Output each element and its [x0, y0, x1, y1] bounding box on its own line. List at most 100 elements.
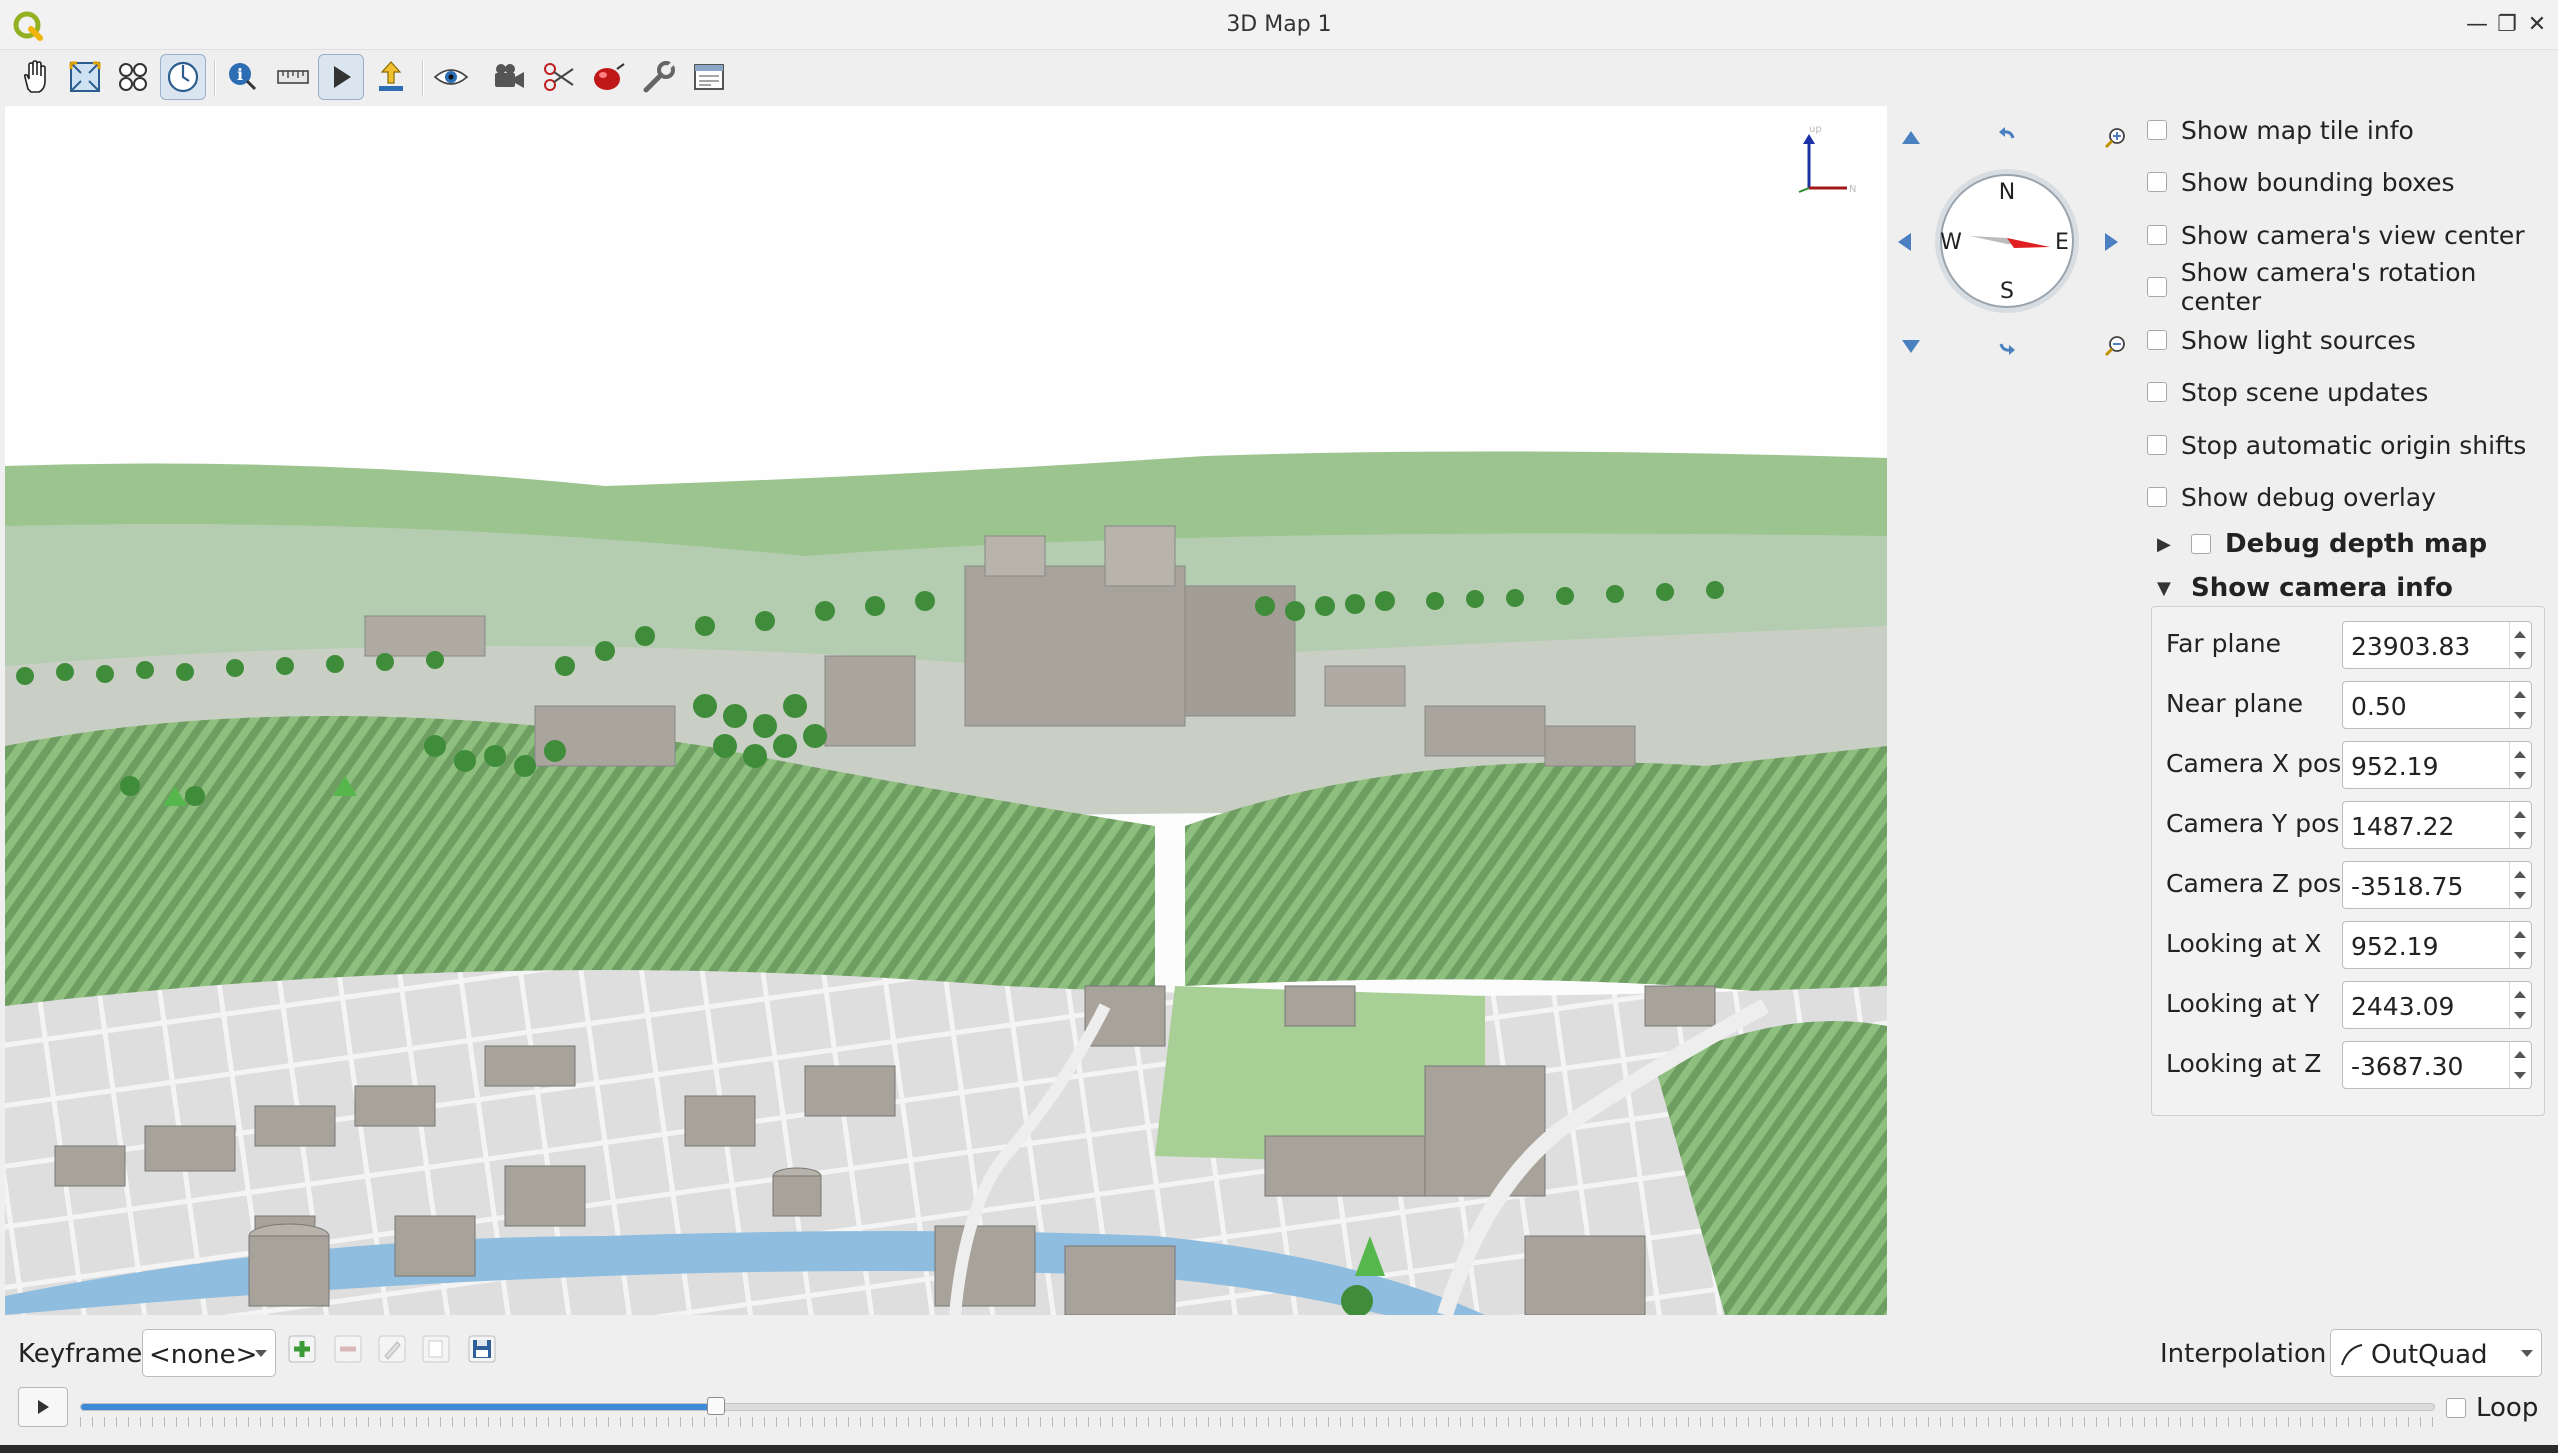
far-plane-row: Far plane 23903.83: [2152, 617, 2546, 673]
camera-x-spinbox[interactable]: 952.19: [2342, 741, 2532, 789]
duplicate-icon: [422, 1335, 450, 1363]
cross-section-button[interactable]: [536, 54, 582, 100]
zoom-out-button[interactable]: [2101, 332, 2129, 360]
near-plane-spinbox[interactable]: 0.50: [2342, 681, 2532, 729]
easing-curve-icon: [2341, 1344, 2363, 1366]
checkbox[interactable]: [2147, 277, 2167, 297]
visibility-button[interactable]: [428, 54, 474, 100]
option-stop-automatic-origin-shifts[interactable]: Stop automatic origin shifts: [2147, 426, 2526, 464]
spin-value[interactable]: 952.19: [2351, 932, 2438, 961]
look-y-spinbox[interactable]: 2443.09: [2342, 981, 2532, 1029]
spin-buttons[interactable]: [2509, 622, 2531, 668]
identify-button[interactable]: i: [220, 54, 266, 100]
save-animation-button[interactable]: [464, 1331, 500, 1367]
pan-button[interactable]: [12, 54, 58, 100]
camera-control-icon: [167, 61, 199, 93]
effects-button[interactable]: [586, 54, 632, 100]
option-show-camera-rotation-center[interactable]: Show camera's rotation center: [2147, 258, 2558, 316]
option-show-map-tile-info[interactable]: Show map tile info: [2147, 111, 2414, 149]
spin-buttons[interactable]: [2509, 982, 2531, 1028]
zoom-full-button[interactable]: [62, 54, 108, 100]
spin-value[interactable]: 1487.22: [2351, 812, 2454, 841]
spin-value[interactable]: 23903.83: [2351, 632, 2470, 661]
interpolation-select[interactable]: OutQuad: [2330, 1329, 2542, 1377]
play-animation-button[interactable]: [18, 1387, 68, 1427]
rotate-right-button[interactable]: [1993, 332, 2021, 360]
chevron-down-icon: [255, 1350, 267, 1357]
look-z-spinbox[interactable]: -3687.30: [2342, 1041, 2532, 1089]
spin-buttons[interactable]: [2509, 862, 2531, 908]
far-plane-spinbox[interactable]: 23903.83: [2342, 621, 2532, 669]
3d-map-canvas[interactable]: up N: [5, 106, 1887, 1315]
pan-left-button[interactable]: [1891, 228, 1919, 256]
option-show-debug-overlay[interactable]: Show debug overlay: [2147, 478, 2436, 516]
compass-icon[interactable]: N S E W: [1932, 166, 2082, 316]
timeline-slider[interactable]: [80, 1397, 2435, 1415]
identify-features-button[interactable]: [110, 54, 156, 100]
spin-buttons[interactable]: [2509, 802, 2531, 848]
camera-z-row: Camera Z pos -3518.75: [2152, 857, 2546, 913]
spin-value[interactable]: 2443.09: [2351, 992, 2454, 1021]
toolbar-separator: [214, 60, 216, 96]
remove-keyframe-button[interactable]: [330, 1331, 366, 1367]
keyframe-value: <none>: [149, 1340, 258, 1370]
checkbox[interactable]: [2147, 172, 2167, 192]
spin-buttons[interactable]: [2509, 922, 2531, 968]
edit-keyframe-button[interactable]: [374, 1331, 410, 1367]
checkbox[interactable]: [2147, 487, 2167, 507]
spin-value[interactable]: 952.19: [2351, 752, 2438, 781]
zoom-in-button[interactable]: [2101, 124, 2129, 152]
camera-z-spinbox[interactable]: -3518.75: [2342, 861, 2532, 909]
option-show-light-sources[interactable]: Show light sources: [2147, 321, 2416, 359]
field-label: Camera Y pos: [2166, 809, 2340, 838]
pan-right-button[interactable]: [2097, 228, 2125, 256]
spin-value[interactable]: -3518.75: [2351, 872, 2463, 901]
option-stop-scene-updates[interactable]: Stop scene updates: [2147, 373, 2428, 411]
group-debug-depth-map[interactable]: ▶ Debug depth map: [2157, 524, 2487, 564]
option-show-camera-view-center[interactable]: Show camera's view center: [2147, 216, 2525, 254]
loop-toggle[interactable]: Loop: [2446, 1393, 2538, 1423]
restore-button[interactable]: ❐: [2492, 10, 2522, 40]
option-show-bounding-boxes[interactable]: Show bounding boxes: [2147, 163, 2455, 201]
group-show-camera-info[interactable]: ▼ Show camera info: [2157, 568, 2453, 608]
timeline-handle[interactable]: [707, 1397, 726, 1415]
rotate-left-button[interactable]: [1993, 122, 2021, 150]
checkbox[interactable]: [2191, 534, 2211, 554]
3d-scene: [5, 106, 1887, 1315]
checkbox[interactable]: [2147, 225, 2167, 245]
minimize-button[interactable]: —: [2462, 10, 2492, 40]
configure-button[interactable]: [636, 54, 682, 100]
spin-value[interactable]: -3687.30: [2351, 1052, 2463, 1081]
collapse-arrow-icon[interactable]: ▼: [2157, 578, 2179, 599]
field-label: Looking at Z: [2166, 1049, 2322, 1078]
spin-value[interactable]: 0.50: [2351, 692, 2407, 721]
keyframe-select[interactable]: <none>: [142, 1329, 276, 1377]
checkbox[interactable]: [2147, 435, 2167, 455]
compass-east: E: [2055, 230, 2069, 255]
export-button[interactable]: [368, 54, 414, 100]
camera-button[interactable]: [486, 54, 532, 100]
checkbox[interactable]: [2147, 330, 2167, 350]
look-x-spinbox[interactable]: 952.19: [2342, 921, 2532, 969]
zoom-out-icon: [2104, 336, 2125, 357]
add-keyframe-button[interactable]: [284, 1331, 320, 1367]
checkbox[interactable]: [2446, 1398, 2466, 1418]
duplicate-keyframe-button[interactable]: [418, 1331, 454, 1367]
camera-y-spinbox[interactable]: 1487.22: [2342, 801, 2532, 849]
axis-up-label: up: [1809, 126, 1822, 135]
spin-buttons[interactable]: [2509, 742, 2531, 788]
near-plane-row: Near plane 0.50: [2152, 677, 2546, 733]
checkbox[interactable]: [2147, 382, 2167, 402]
measure-button[interactable]: [270, 54, 316, 100]
spin-buttons[interactable]: [2509, 682, 2531, 728]
camera-control-button[interactable]: [160, 54, 206, 100]
expand-arrow-icon[interactable]: ▶: [2157, 534, 2179, 555]
navigation-widget: N S E W: [1887, 106, 2127, 376]
spin-buttons[interactable]: [2509, 1042, 2531, 1088]
tilt-up-button[interactable]: [1897, 124, 1925, 152]
dock-button[interactable]: [686, 54, 732, 100]
close-button[interactable]: ✕: [2522, 10, 2552, 40]
animation-play-button[interactable]: [318, 54, 364, 100]
checkbox[interactable]: [2147, 120, 2167, 140]
tilt-down-button[interactable]: [1897, 332, 1925, 360]
